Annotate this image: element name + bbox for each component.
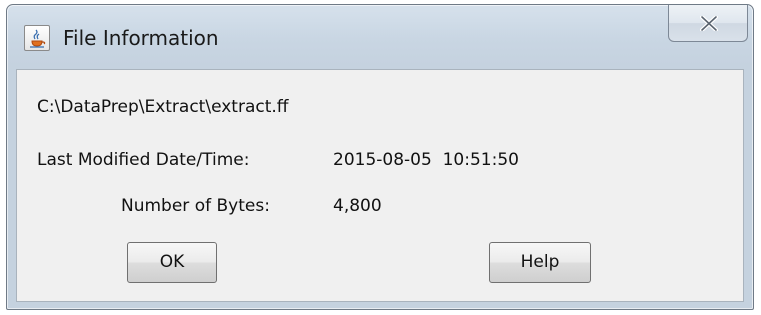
close-icon [700,16,718,31]
number-of-bytes-label: Number of Bytes: [121,196,270,216]
java-cup-icon [24,25,50,51]
title-bar[interactable]: File Information [7,5,753,73]
close-button[interactable] [668,5,748,42]
last-modified-value: 2015-08-05 10:51:50 [333,150,519,170]
dialog-content: C:\DataPrep\Extract\extract.ff Last Modi… [16,69,744,302]
help-button[interactable]: Help [489,242,591,283]
last-modified-label: Last Modified Date/Time: [37,150,250,170]
file-information-dialog: File Information C:\DataPrep\Extract\ext… [6,4,754,310]
file-path: C:\DataPrep\Extract\extract.ff [37,97,289,117]
ok-button[interactable]: OK [127,242,217,283]
window-title: File Information [63,26,219,50]
number-of-bytes-value: 4,800 [333,196,382,216]
